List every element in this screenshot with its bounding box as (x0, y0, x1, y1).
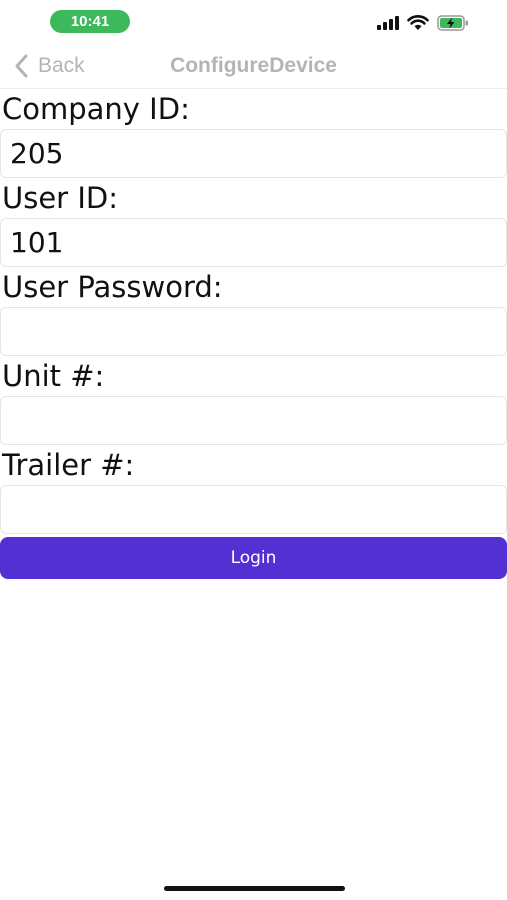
trailer-field[interactable] (0, 485, 507, 534)
unit-field[interactable] (0, 396, 507, 445)
wifi-icon (407, 15, 429, 30)
login-button[interactable]: Login (0, 537, 507, 579)
company-id-field[interactable] (0, 129, 507, 178)
user-password-field[interactable] (0, 307, 507, 356)
trailer-label: Trailer #: (2, 448, 135, 482)
status-bar: 10:41 (0, 0, 507, 44)
page-title: ConfigureDevice (170, 54, 337, 77)
user-id-field[interactable] (0, 218, 507, 267)
cellular-signal-icon (377, 16, 399, 30)
home-indicator (164, 886, 345, 891)
navigation-bar: Back ConfigureDevice (0, 44, 507, 89)
user-password-label: User Password: (2, 270, 223, 304)
battery-charging-icon (437, 15, 468, 31)
company-id-label: Company ID: (2, 92, 190, 126)
user-id-label: User ID: (2, 181, 118, 215)
unit-label: Unit #: (2, 359, 105, 393)
configure-device-form: Company ID: User ID: User Password: Unit… (0, 89, 507, 579)
status-icons (377, 13, 469, 33)
status-time: 10:41 (50, 10, 130, 33)
